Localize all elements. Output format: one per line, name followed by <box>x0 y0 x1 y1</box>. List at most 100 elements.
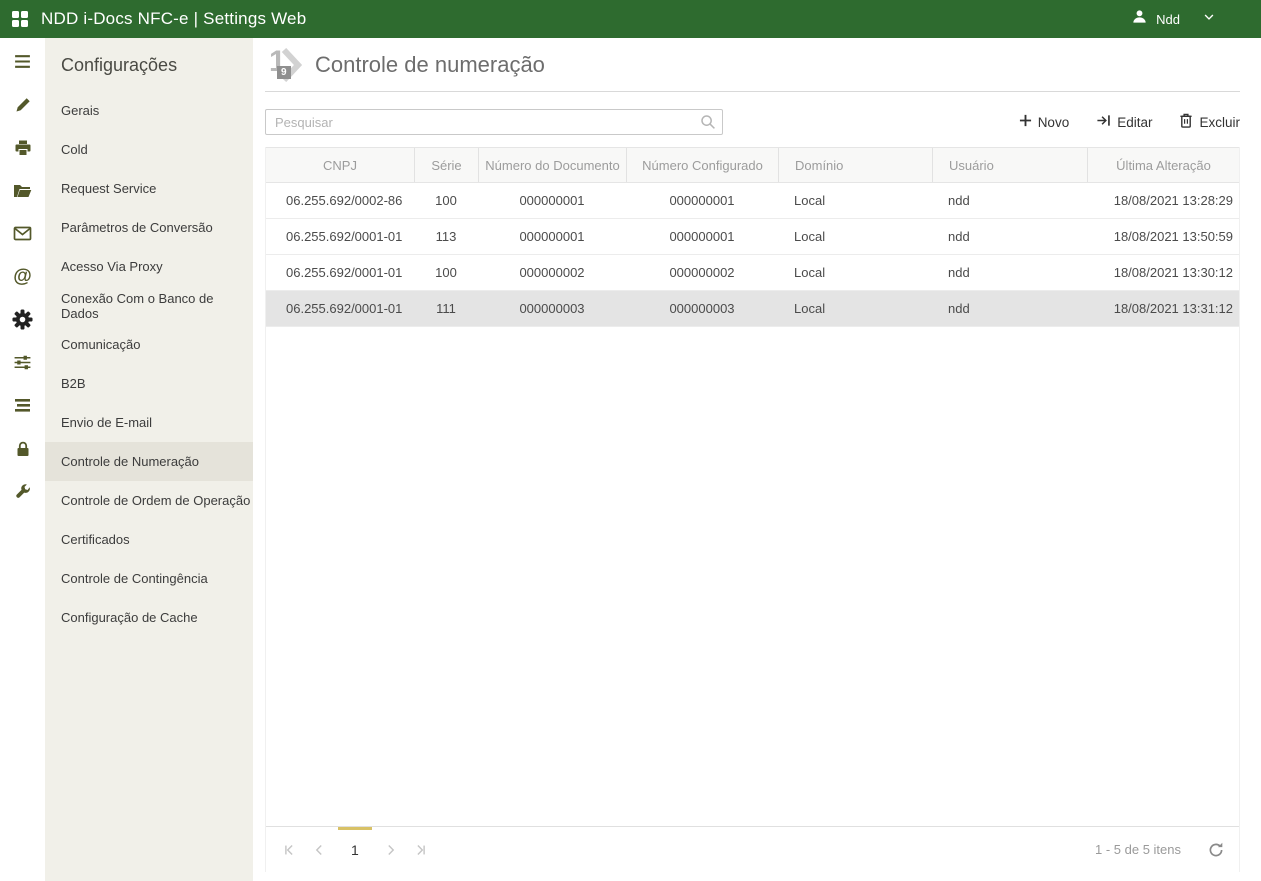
edit-icon <box>1096 113 1111 131</box>
stack-icon[interactable] <box>0 384 45 427</box>
table-cell: ndd <box>932 219 1087 254</box>
table-cell: 113 <box>414 219 478 254</box>
toolbar: Novo Editar Excluir <box>265 109 1240 135</box>
toolbar-actions: Novo Editar Excluir <box>1019 113 1240 131</box>
wrench-icon[interactable] <box>0 470 45 513</box>
sidebar-menu: GeraisColdRequest ServiceParâmetros de C… <box>45 91 253 637</box>
table-cell: 111 <box>414 291 478 326</box>
table-cell: Local <box>778 291 932 326</box>
table-cell: 06.255.692/0001-01 <box>266 291 414 326</box>
app-title: NDD i-Docs NFC-e | Settings Web <box>41 9 306 29</box>
table-cell: 000000001 <box>626 183 778 218</box>
sidebar-item[interactable]: Parâmetros de Conversão <box>45 208 253 247</box>
sidebar-item[interactable]: Controle de Ordem de Operação <box>45 481 253 520</box>
table-cell: 06.255.692/0001-01 <box>266 255 414 290</box>
table-cell: 000000001 <box>626 219 778 254</box>
plus-icon <box>1019 114 1032 130</box>
sidebar-item[interactable]: Comunicação <box>45 325 253 364</box>
delete-button[interactable]: Excluir <box>1179 113 1240 131</box>
table-cell: 06.255.692/0002-86 <box>266 183 414 218</box>
table-body: 06.255.692/0002-86100000000001000000001L… <box>266 183 1239 826</box>
table-row[interactable]: 06.255.692/0002-86100000000001000000001L… <box>266 183 1239 219</box>
new-button[interactable]: Novo <box>1019 113 1070 131</box>
sliders-icon[interactable] <box>0 341 45 384</box>
next-page-button[interactable] <box>376 827 406 872</box>
table-cell: 000000002 <box>478 255 626 290</box>
topbar: NDD i-Docs NFC-e | Settings Web Ndd <box>0 0 1261 38</box>
table-cell: 18/08/2021 13:28:29 <box>1087 183 1239 218</box>
table-cell: 18/08/2021 13:30:12 <box>1087 255 1239 290</box>
column-header[interactable]: Última Alteração <box>1087 148 1239 182</box>
edit-button[interactable]: Editar <box>1096 113 1152 131</box>
table-cell: 000000003 <box>478 291 626 326</box>
table-cell: ndd <box>932 291 1087 326</box>
main-content: 1 9 Controle de numeração Novo Editar <box>253 38 1261 881</box>
table-cell: 18/08/2021 13:31:12 <box>1087 291 1239 326</box>
sidebar-item[interactable]: Request Service <box>45 169 253 208</box>
trash-icon <box>1179 113 1193 131</box>
sidebar-item[interactable]: Envio de E-mail <box>45 403 253 442</box>
table-cell: 18/08/2021 13:50:59 <box>1087 219 1239 254</box>
column-header[interactable]: CNPJ <box>266 148 414 182</box>
table-cell: 06.255.692/0001-01 <box>266 219 414 254</box>
sidebar-item[interactable]: B2B <box>45 364 253 403</box>
sidebar-item[interactable]: Gerais <box>45 91 253 130</box>
table-cell: Local <box>778 219 932 254</box>
sidebar-item[interactable]: Controle de Numeração <box>45 442 253 481</box>
table-cell: Local <box>778 255 932 290</box>
current-page[interactable]: 1 <box>338 827 372 872</box>
column-header[interactable]: Série <box>414 148 478 182</box>
menu-icon[interactable] <box>0 40 45 83</box>
column-header[interactable]: Número Configurado <box>626 148 778 182</box>
table-cell: Local <box>778 183 932 218</box>
printer-icon[interactable] <box>0 126 45 169</box>
search-box <box>265 109 723 135</box>
table-cell: ndd <box>932 183 1087 218</box>
at-icon[interactable]: @ <box>0 255 45 298</box>
table-row[interactable]: 06.255.692/0001-01100000000002000000002L… <box>266 255 1239 291</box>
gear-icon[interactable] <box>0 298 45 341</box>
chevron-down-icon <box>1202 10 1216 29</box>
brush-icon[interactable] <box>0 83 45 126</box>
table-row[interactable]: 06.255.692/0001-01113000000001000000001L… <box>266 219 1239 255</box>
search-icon[interactable] <box>699 113 717 136</box>
sidebar-item[interactable]: Acesso Via Proxy <box>45 247 253 286</box>
sidebar-title: Configurações <box>45 38 253 91</box>
pager-right: 1 - 5 de 5 itens <box>1095 827 1239 872</box>
user-name: Ndd <box>1156 12 1180 27</box>
sidebar-item[interactable]: Cold <box>45 130 253 169</box>
pager-info: 1 - 5 de 5 itens <box>1095 842 1181 857</box>
table-cell: 000000001 <box>478 183 626 218</box>
sidebar-item[interactable]: Conexão Com o Banco de Dados <box>45 286 253 325</box>
table-cell: ndd <box>932 255 1087 290</box>
search-input[interactable] <box>265 109 723 135</box>
table-row[interactable]: 06.255.692/0001-01111000000003000000003L… <box>266 291 1239 327</box>
page-header: 1 9 Controle de numeração <box>265 38 1240 92</box>
table-cell: 100 <box>414 255 478 290</box>
refresh-button[interactable] <box>1207 841 1225 859</box>
sidebar: Configurações GeraisColdRequest ServiceP… <box>45 38 253 881</box>
user-icon <box>1131 8 1148 30</box>
data-grid: CNPJSérieNúmero do DocumentoNúmero Confi… <box>265 147 1240 872</box>
numbering-icon: 1 9 <box>265 47 303 83</box>
column-header[interactable]: Domínio <box>778 148 932 182</box>
sidebar-item[interactable]: Controle de Contingência <box>45 559 253 598</box>
table-cell: 100 <box>414 183 478 218</box>
last-page-button[interactable] <box>406 827 436 872</box>
table-cell: 000000002 <box>626 255 778 290</box>
lock-icon[interactable] <box>0 427 45 470</box>
sidebar-item[interactable]: Configuração de Cache <box>45 598 253 637</box>
prev-page-button[interactable] <box>304 827 334 872</box>
first-page-button[interactable] <box>274 827 304 872</box>
column-header[interactable]: Usuário <box>932 148 1087 182</box>
pager: 1 1 - 5 de 5 itens <box>266 826 1239 872</box>
mail-icon[interactable] <box>0 212 45 255</box>
user-menu[interactable]: Ndd <box>1131 8 1216 30</box>
column-header[interactable]: Número do Documento <box>478 148 626 182</box>
table-cell: 000000003 <box>626 291 778 326</box>
table-header: CNPJSérieNúmero do DocumentoNúmero Confi… <box>266 147 1239 183</box>
table-cell: 000000001 <box>478 219 626 254</box>
icon-rail: @ <box>0 38 45 881</box>
folder-icon[interactable] <box>0 169 45 212</box>
sidebar-item[interactable]: Certificados <box>45 520 253 559</box>
